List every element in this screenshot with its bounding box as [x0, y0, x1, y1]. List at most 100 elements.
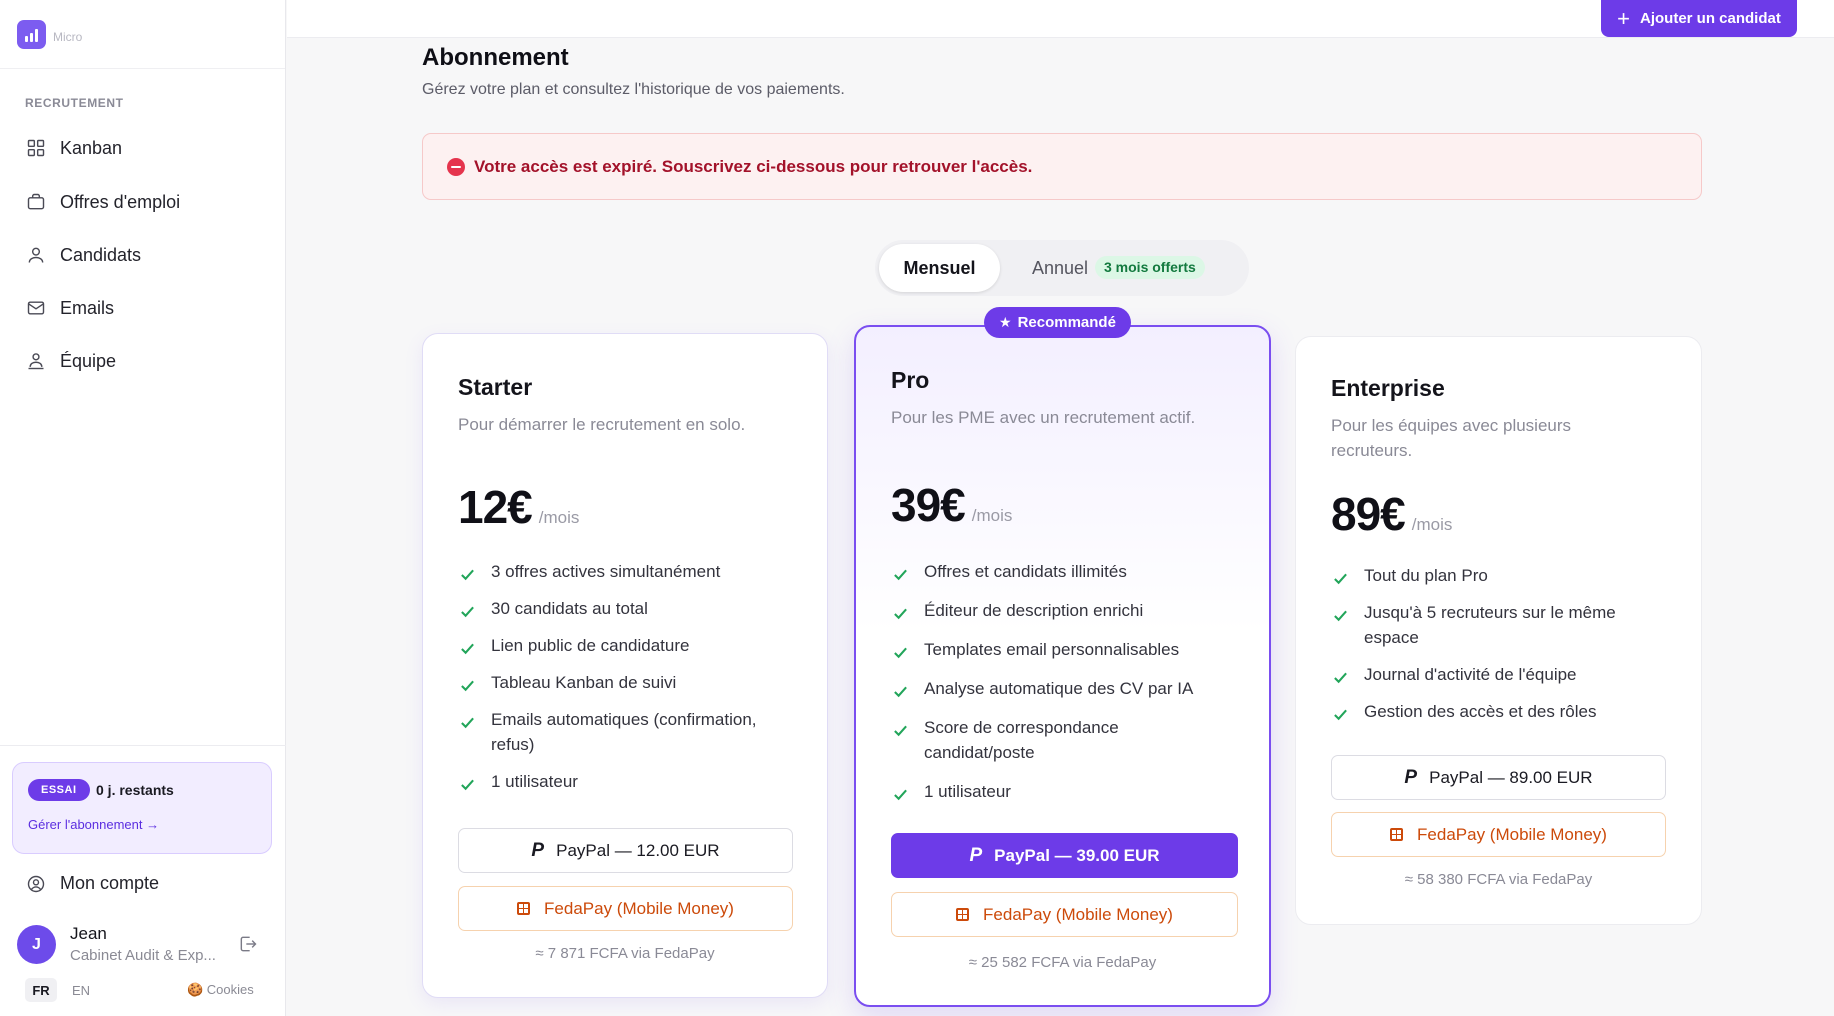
plus-icon: + [1617, 5, 1630, 31]
check-icon [893, 681, 908, 698]
alert-text: Votre accès est expiré. Souscrivez ci-de… [474, 156, 1033, 176]
sidebar-item-label: Équipe [60, 350, 117, 371]
feature-list: Tout du plan Pro Jusqu'à 5 recruteurs su… [1331, 563, 1651, 724]
fcfa-estimate: ≈ 58 380 FCFA via FedaPay [1404, 871, 1593, 888]
check-icon [893, 784, 908, 801]
bar-chart-icon [17, 19, 46, 49]
user-circle-icon [27, 875, 45, 892]
paypal-button-enterprise[interactable]: P PayPal — 89.00 EUR [1331, 755, 1666, 800]
check-icon [1333, 568, 1348, 585]
team-icon [28, 353, 44, 370]
plan-description: Pour démarrer le recrutement en solo. [458, 415, 746, 434]
price-amount: 12€ [458, 481, 533, 533]
brand-name: Micro [53, 30, 83, 44]
tab-annual[interactable]: Annuel [1032, 258, 1088, 279]
plan-price: 89€ /mois [1331, 487, 1452, 541]
sidebar-item-label: Emails [60, 297, 115, 318]
user-name: Jean [70, 924, 107, 943]
check-icon [1333, 704, 1348, 721]
paypal-button-starter[interactable]: P PayPal — 12.00 EUR [458, 828, 793, 873]
feature-item: Emails automatiques (confirmation, refus… [458, 707, 798, 757]
feature-item: Tout du plan Pro [1331, 563, 1651, 588]
page-title: Abonnement [422, 44, 569, 71]
price-amount: 39€ [891, 479, 966, 531]
paypal-icon: P [1404, 766, 1418, 788]
sidebar-divider [0, 745, 286, 746]
price-amount: 89€ [1331, 488, 1406, 540]
briefcase-icon [27, 193, 45, 210]
paypal-button-pro[interactable]: P PayPal — 39.00 EUR [891, 833, 1238, 878]
trial-card: ESSAI 0 j. restants Gérer l'abonnement → [12, 762, 272, 854]
feature-item: Journal d'activité de l'équipe [1331, 662, 1651, 687]
logout-icon[interactable] [238, 934, 258, 954]
plan-card-pro: Pro Pour les PME avec un recrutement act… [854, 325, 1271, 1007]
language-fr-button[interactable]: FR [25, 978, 57, 1002]
sidebar-item-offres[interactable]: Offres d'emploi [26, 187, 180, 217]
sidebar-item-label: Offres d'emploi [60, 191, 181, 212]
fedapay-button-starter[interactable]: FedaPay (Mobile Money) [458, 886, 793, 931]
trial-badge: ESSAI [28, 779, 90, 801]
page-subtitle: Gérez votre plan et consultez l'historiq… [422, 81, 845, 98]
user-company: Cabinet Audit & Exp... [70, 947, 216, 964]
feature-item: Éditeur de description enrichi [891, 598, 1231, 623]
price-period: /mois [1411, 515, 1453, 534]
sidebar-item-emails[interactable]: Emails [26, 293, 114, 323]
check-icon [893, 720, 908, 737]
feature-item: 1 utilisateur [458, 769, 798, 794]
fedapay-icon [517, 902, 531, 915]
mail-icon [27, 301, 45, 315]
plan-name: Pro [891, 367, 930, 393]
tab-monthly[interactable]: Mensuel [879, 244, 1000, 292]
feature-item: 30 candidats au total [458, 596, 798, 621]
trial-remaining: 0 j. restants [96, 782, 174, 798]
check-icon [460, 601, 475, 618]
fedapay-button-pro[interactable]: FedaPay (Mobile Money) [891, 892, 1238, 937]
price-period: /mois [538, 508, 580, 527]
annual-offer-badge: 3 mois offerts [1095, 256, 1205, 279]
feature-item: Tableau Kanban de suivi [458, 670, 798, 695]
paypal-icon: P [531, 839, 545, 861]
check-icon [460, 638, 475, 655]
minus-circle-icon [447, 157, 465, 176]
section-label: RECRUTEMENT [25, 96, 124, 110]
sidebar-item-equipe[interactable]: Équipe [26, 346, 116, 376]
paypal-icon: P [969, 844, 983, 866]
sidebar: Micro RECRUTEMENT Kanban Offres d'emploi… [0, 0, 286, 1016]
sidebar-item-account[interactable]: Mon compte [26, 873, 159, 894]
feature-list: 3 offres actives simultanément 30 candid… [458, 559, 798, 794]
feature-item: Templates email personnalisables [891, 637, 1231, 662]
plan-name: Starter [458, 374, 533, 400]
feature-item: 3 offres actives simultanément [458, 559, 798, 584]
add-candidate-button[interactable]: + Ajouter un candidat [1601, 0, 1797, 37]
feature-item: Analyse automatique des CV par IA [891, 676, 1231, 701]
manage-subscription-link[interactable]: Gérer l'abonnement → [28, 817, 159, 832]
expired-alert: Votre accès est expiré. Souscrivez ci-de… [422, 133, 1702, 200]
fedapay-icon [1390, 828, 1404, 841]
sidebar-item-label: Mon compte [60, 873, 160, 893]
plan-description: Pour les équipes avec plusieurs recruteu… [1331, 416, 1572, 460]
feature-item: Lien public de candidature [458, 633, 798, 658]
check-icon [1333, 667, 1348, 684]
check-icon [893, 564, 908, 581]
sidebar-item-kanban[interactable]: Kanban [26, 133, 122, 163]
check-icon [893, 642, 908, 659]
plan-name: Enterprise [1331, 375, 1445, 401]
language-en-button[interactable]: EN [72, 983, 90, 998]
grid-icon [27, 139, 45, 157]
check-icon [460, 712, 475, 729]
fedapay-button-enterprise[interactable]: FedaPay (Mobile Money) [1331, 812, 1666, 857]
feature-item: Jusqu'à 5 recruteurs sur le même espace [1331, 600, 1651, 650]
billing-toggle: Mensuel Annuel 3 mois offerts [875, 240, 1249, 296]
fedapay-icon [956, 908, 970, 921]
plan-card-starter: Starter Pour démarrer le recrutement en … [422, 333, 828, 998]
check-icon [460, 774, 475, 791]
sidebar-item-candidats[interactable]: Candidats [26, 240, 141, 270]
feature-list: Offres et candidats illimités Éditeur de… [891, 559, 1231, 804]
feature-item: Gestion des accès et des rôles [1331, 699, 1651, 724]
feature-item: Score de correspondance candidat/poste [891, 715, 1231, 765]
fcfa-estimate: ≈ 7 871 FCFA via FedaPay [535, 945, 715, 962]
check-icon [1333, 605, 1348, 622]
brand[interactable]: Micro [0, 0, 285, 69]
avatar[interactable]: J [17, 925, 56, 964]
cookies-link[interactable]: 🍪 Cookies [187, 982, 254, 998]
